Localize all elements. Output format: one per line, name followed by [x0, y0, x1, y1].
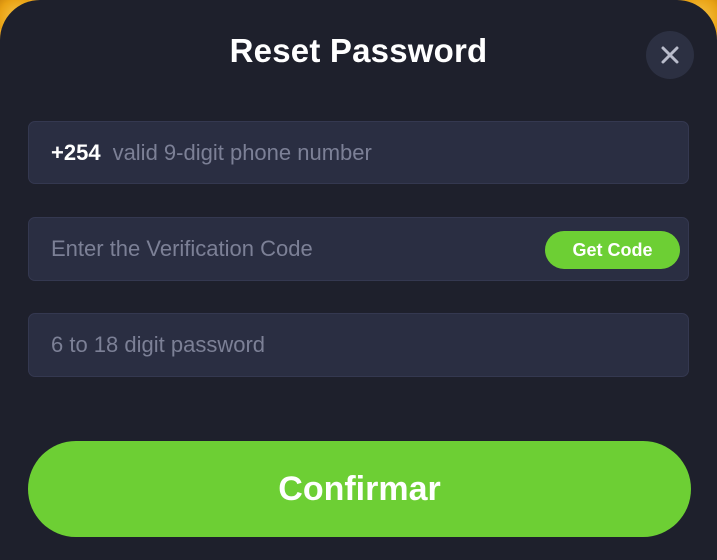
reset-password-dialog: Reset Password +254 Get Code Confirmar: [0, 0, 717, 560]
phone-field[interactable]: +254: [28, 121, 689, 184]
password-input[interactable]: [51, 332, 688, 358]
password-field[interactable]: [28, 313, 689, 377]
get-code-button[interactable]: Get Code: [545, 231, 680, 269]
dialog-title: Reset Password: [229, 32, 488, 69]
close-icon: [661, 46, 679, 64]
country-code-prefix: +254: [51, 139, 101, 165]
phone-input[interactable]: [112, 139, 688, 166]
verification-code-field[interactable]: Get Code: [28, 217, 689, 281]
close-button[interactable]: [646, 31, 694, 79]
confirm-button[interactable]: Confirmar: [28, 441, 691, 537]
